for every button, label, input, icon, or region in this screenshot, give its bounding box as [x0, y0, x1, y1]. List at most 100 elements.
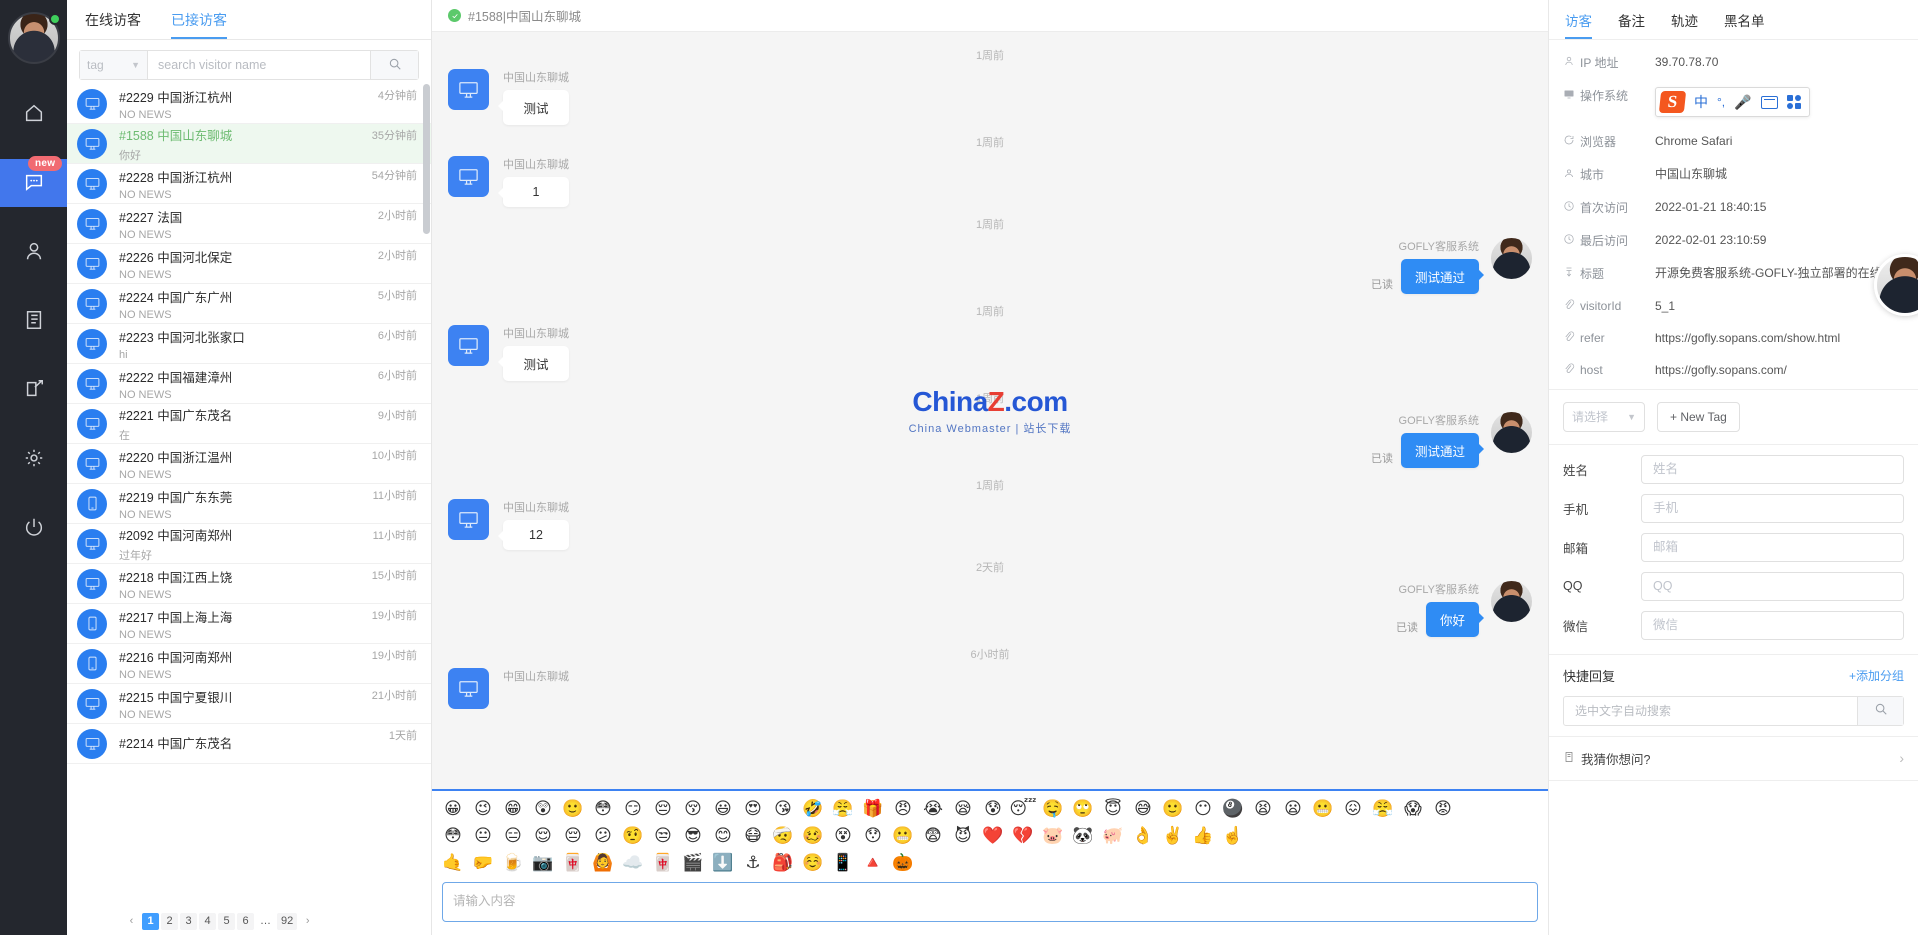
emoji-button[interactable]: 😁 [498, 795, 528, 822]
emoji-button[interactable]: 🙄 [1068, 795, 1098, 822]
emoji-button[interactable]: 😑 [498, 822, 528, 849]
tab-online-visitors[interactable]: 在线访客 [85, 10, 141, 39]
field-input-2[interactable] [1641, 532, 1904, 562]
emoji-button[interactable]: 💔 [1008, 822, 1038, 849]
visitor-scroll-area[interactable]: #2229 中国浙江杭州 NO NEWS 4分钟前 #1588 中国山东聊城 你好 35分… [67, 84, 431, 935]
emoji-button[interactable]: 😐 [468, 822, 498, 849]
quick-reply-search-button[interactable] [1857, 696, 1903, 725]
visitor-list-item[interactable]: #2227 法国 NO NEWS 2小时前 [67, 204, 431, 244]
emoji-button[interactable]: ☝️ [1218, 822, 1248, 849]
grid-icon[interactable] [1786, 95, 1801, 109]
emoji-button[interactable]: 🙂 [558, 795, 588, 822]
page-5[interactable]: 5 [218, 912, 235, 930]
sidebar-item-chat[interactable]: new [0, 156, 67, 207]
visitor-list-item[interactable]: #2214 中国广东茂名 1天前 [67, 724, 431, 764]
emoji-button[interactable]: 📱 [828, 849, 858, 876]
sidebar-item-home[interactable] [0, 90, 67, 138]
emoji-button[interactable]: 😌 [528, 822, 558, 849]
emoji-picker[interactable]: 😀 😉 😁 😲 🙂 😳 😏 😔 😚 😃 😍 😘 🤣 😤 🎁 😠 😭 😪 😰 😴 🤤 🙄 😇 😅 🙂 😶 🎱 😫 😦 😬 😖 😤 😱 😡 😳 😐 😑 😌 😔… [432, 789, 1548, 878]
emoji-button[interactable]: ❤️ [978, 822, 1008, 849]
page-next[interactable]: › [299, 913, 316, 930]
visitor-list-item[interactable]: #2222 中国福建漳州 NO NEWS 6小时前 [67, 364, 431, 404]
sidebar-item-settings[interactable] [0, 435, 67, 483]
emoji-button[interactable]: ✌️ [1158, 822, 1188, 849]
emoji-button[interactable]: 😔 [558, 822, 588, 849]
emoji-button[interactable]: 😠 [888, 795, 918, 822]
emoji-button[interactable]: 😱 [1398, 795, 1428, 822]
chinese-mode-icon[interactable]: 中 [1694, 93, 1708, 112]
mic-icon[interactable]: 🎤 [1734, 93, 1751, 112]
emoji-button[interactable]: 😨 [918, 822, 948, 849]
emoji-button[interactable]: 😳 [588, 795, 618, 822]
emoji-button[interactable]: 😕 [588, 822, 618, 849]
page-3[interactable]: 3 [180, 912, 197, 930]
visitor-list-item[interactable]: #2220 中国浙江温州 NO NEWS 10小时前 [67, 444, 431, 484]
quick-reply-search-input[interactable] [1564, 696, 1857, 725]
emoji-button[interactable]: 🐼 [1068, 822, 1098, 849]
emoji-button[interactable]: 😤 [1368, 795, 1398, 822]
visitor-list-item[interactable]: #2219 中国广东东莞 NO NEWS 11小时前 [67, 484, 431, 524]
emoji-button[interactable]: 😳 [438, 822, 468, 849]
emoji-button[interactable]: 😎 [678, 822, 708, 849]
emoji-button[interactable]: 😰 [978, 795, 1008, 822]
emoji-button[interactable]: 🤛 [468, 849, 498, 876]
emoji-button[interactable]: 🤤 [1038, 795, 1068, 822]
emoji-button[interactable]: 😏 [618, 795, 648, 822]
emoji-button[interactable]: 🎬 [678, 849, 708, 876]
keyboard-icon[interactable] [1760, 95, 1778, 109]
field-input-3[interactable] [1641, 571, 1904, 601]
emoji-button[interactable]: 😡 [1428, 795, 1458, 822]
emoji-button[interactable]: 😭 [918, 795, 948, 822]
emoji-button[interactable]: 🍺 [498, 849, 528, 876]
visitor-list-item[interactable]: #2216 中国河南郑州 NO NEWS 19小时前 [67, 644, 431, 684]
page-1[interactable]: 1 [142, 912, 159, 930]
emoji-button[interactable]: 🎱 [1218, 795, 1248, 822]
emoji-button[interactable]: 🐷 [1038, 822, 1068, 849]
emoji-button[interactable]: 😇 [1098, 795, 1128, 822]
emoji-button[interactable]: 🙂 [1158, 795, 1188, 822]
emoji-button[interactable]: 😬 [888, 822, 918, 849]
emoji-button[interactable]: 😉 [468, 795, 498, 822]
search-input[interactable] [148, 51, 370, 79]
emoji-button[interactable]: 😵 [828, 822, 858, 849]
message-input[interactable] [442, 882, 1538, 922]
emoji-button[interactable]: 😲 [528, 795, 558, 822]
emoji-button[interactable]: 😪 [948, 795, 978, 822]
emoji-button[interactable]: 🎁 [858, 795, 888, 822]
emoji-button[interactable]: ☁️ [618, 849, 648, 876]
visitor-list-scrollbar[interactable] [423, 84, 430, 234]
emoji-button[interactable]: 🎒 [768, 849, 798, 876]
emoji-button[interactable]: 👌 [1128, 822, 1158, 849]
emoji-button[interactable]: ⚓ [738, 849, 768, 876]
emoji-button[interactable]: 🤕 [768, 822, 798, 849]
emoji-button[interactable]: 👍 [1188, 822, 1218, 849]
emoji-button[interactable]: 🤨 [618, 822, 648, 849]
tab-blacklist[interactable]: 黑名单 [1724, 10, 1765, 39]
emoji-button[interactable]: 🎃 [888, 849, 918, 876]
emoji-button[interactable]: 😅 [1128, 795, 1158, 822]
sogou-ime-toolbar[interactable]: S 中 °, 🎤 [1655, 87, 1810, 117]
sidebar-item-records[interactable] [0, 297, 67, 345]
emoji-button[interactable]: 🀄 [648, 849, 678, 876]
tab-visitor[interactable]: 访客 [1565, 10, 1592, 39]
emoji-button[interactable]: 😖 [1338, 795, 1368, 822]
page-2[interactable]: 2 [161, 912, 178, 930]
page-6[interactable]: 6 [237, 912, 254, 930]
emoji-button[interactable]: 😀 [438, 795, 468, 822]
emoji-button[interactable]: 😬 [1308, 795, 1338, 822]
emoji-button[interactable]: 🙆 [588, 849, 618, 876]
punctuation-icon[interactable]: °, [1717, 94, 1725, 110]
field-input-1[interactable] [1641, 493, 1904, 523]
emoji-button[interactable]: 🥴 [798, 822, 828, 849]
tab-trace[interactable]: 轨迹 [1671, 10, 1698, 39]
emoji-button[interactable]: 😘 [768, 795, 798, 822]
visitor-list-item[interactable]: #2221 中国广东茂名在 9小时前 [67, 404, 431, 444]
visitor-list-item[interactable]: #1588 中国山东聊城 你好 35分钟前 [67, 124, 431, 164]
emoji-button[interactable]: 🤣 [798, 795, 828, 822]
emoji-button[interactable]: 😃 [708, 795, 738, 822]
guess-question-item[interactable]: 我猜你想问? › [1549, 735, 1918, 781]
visitor-list-item[interactable]: #2092 中国河南郑州 过年好 11小时前 [67, 524, 431, 564]
visitor-list-item[interactable]: #2229 中国浙江杭州 NO NEWS 4分钟前 [67, 84, 431, 124]
page-92[interactable]: 92 [277, 912, 298, 930]
emoji-button[interactable]: ⬇️ [708, 849, 738, 876]
